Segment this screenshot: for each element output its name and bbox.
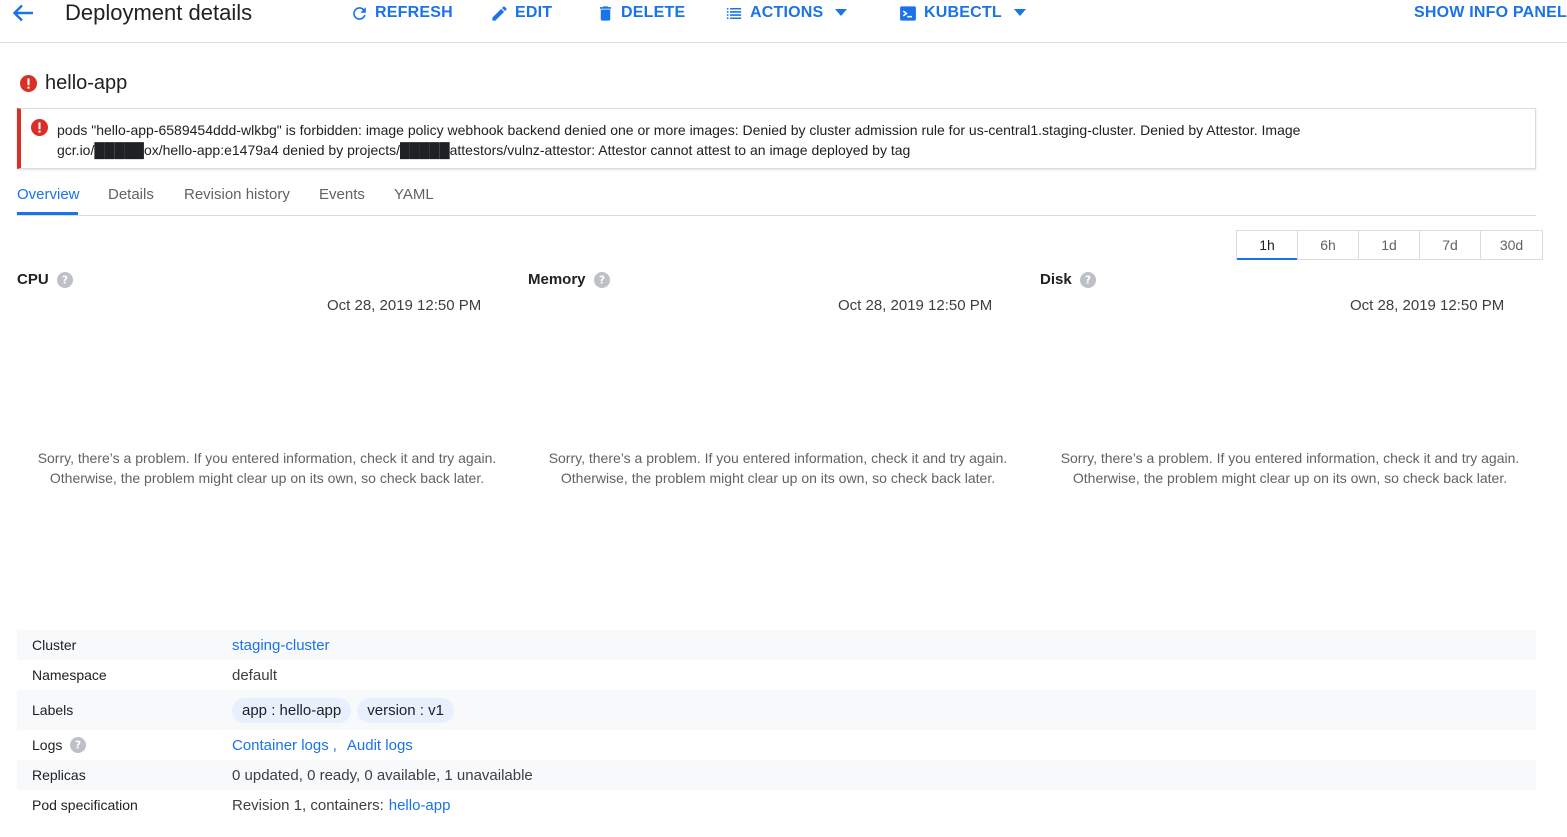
chart-error-line: Otherwise, the problem might clear up on… [560, 470, 996, 486]
container-link[interactable]: hello-app [389, 797, 451, 814]
terminal-icon [900, 5, 916, 21]
chart-error-line: Sorry, there’s a problem. If you entered… [37, 450, 497, 466]
tab-revision-history[interactable]: Revision history [184, 186, 290, 203]
svg-text:?: ? [1085, 274, 1091, 286]
tab-details[interactable]: Details [108, 186, 154, 203]
show-info-panel-button[interactable]: SHOW INFO PANEL [1414, 0, 1567, 26]
disk-chart-panel: Disk ? Oct 28, 2019 12:50 PM Sorry, ther… [1040, 268, 1540, 498]
help-icon[interactable]: ? [56, 271, 73, 288]
chart-timestamp: Oct 28, 2019 12:50 PM [838, 297, 993, 314]
error-message: pods "hello-app-6589454ddd-wlkbg" is for… [57, 120, 1497, 160]
logs-separator: , [332, 736, 337, 754]
memory-chart-panel: Memory ? Oct 28, 2019 12:50 PM Sorry, th… [528, 268, 1028, 498]
actions-label: ACTIONS [750, 4, 824, 21]
chart-timestamp: Oct 28, 2019 12:50 PM [327, 297, 482, 314]
chart-error-line: Sorry, there’s a problem. If you entered… [1060, 450, 1520, 466]
chart-timestamp: Oct 28, 2019 12:50 PM [1350, 297, 1505, 314]
label-chip: app : hello-app [232, 697, 352, 723]
chart-error-line: Otherwise, the problem might clear up on… [49, 470, 485, 486]
row-key: Logs ? [32, 737, 87, 753]
label-chip: version : v1 [357, 697, 454, 723]
row-key: Pod specification [32, 797, 138, 813]
delete-label: DELETE [621, 4, 686, 21]
error-banner: pods "hello-app-6589454ddd-wlkbg" is for… [17, 108, 1536, 169]
error-message-line: gcr.io/█████ox/hello-app:e1479a4 denied … [57, 142, 911, 158]
page-title: Deployment details [65, 0, 253, 25]
row-key: Replicas [32, 767, 86, 783]
chart-error-message: Sorry, there’s a problem. If you entered… [1040, 448, 1540, 488]
row-key: Namespace [32, 667, 107, 683]
back-arrow-icon[interactable] [10, 0, 36, 26]
time-range-7d[interactable]: 7d [1420, 231, 1481, 259]
kubectl-label: KUBECTL [924, 4, 1002, 21]
table-row: Labels app : hello-app version : v1 [17, 690, 1536, 730]
time-range-30d[interactable]: 30d [1481, 231, 1542, 259]
toolbar: Deployment details REFRESH EDIT DELETE A… [0, 0, 1567, 43]
row-key: Cluster [32, 637, 77, 653]
list-icon [726, 7, 742, 19]
time-range-1d[interactable]: 1d [1359, 231, 1420, 259]
cluster-link[interactable]: staging-cluster [232, 637, 330, 654]
refresh-button[interactable]: REFRESH [350, 0, 453, 26]
chart-title-text: CPU [17, 271, 49, 288]
caret-down-icon [835, 9, 848, 16]
help-icon[interactable]: ? [70, 737, 87, 753]
tab-events[interactable]: Events [319, 186, 365, 203]
show-info-panel-label: SHOW INFO PANEL [1414, 4, 1567, 21]
help-icon[interactable]: ? [1079, 271, 1096, 288]
podspec-prefix: Revision 1, containers: [232, 796, 384, 814]
deployment-name: hello-app [45, 71, 128, 94]
svg-text:?: ? [62, 274, 68, 286]
chart-title: Disk ? [1040, 271, 1096, 288]
edit-button[interactable]: EDIT [490, 0, 552, 26]
caret-down-icon [1013, 9, 1026, 16]
chart-error-line: Otherwise, the problem might clear up on… [1072, 470, 1508, 486]
table-row: Logs ? Container logs , Audit logs [17, 730, 1536, 760]
table-row: Namespace default [17, 660, 1536, 690]
pencil-icon [492, 5, 507, 21]
trash-icon [599, 5, 612, 21]
chart-title: CPU ? [17, 271, 73, 288]
tab-overview[interactable]: Overview [17, 186, 80, 203]
time-range-1h[interactable]: 1h [1237, 231, 1298, 260]
edit-label: EDIT [515, 4, 553, 21]
refresh-icon [353, 6, 366, 20]
namespace-value: default [232, 666, 278, 684]
chart-error-line: Sorry, there’s a problem. If you entered… [548, 450, 1008, 466]
svg-text:?: ? [599, 274, 605, 286]
chart-title-text: Memory [528, 271, 586, 288]
tab-bar: Overview Details Revision history Events… [17, 178, 1536, 216]
table-row: Pod specification Revision 1, containers… [17, 790, 1536, 820]
resource-title: hello-app [20, 71, 127, 95]
error-message-line: pods "hello-app-6589454ddd-wlkbg" is for… [57, 122, 1301, 138]
row-key: Labels [32, 702, 74, 718]
error-icon [31, 119, 48, 136]
error-icon [20, 74, 37, 92]
container-logs-link[interactable]: Container logs [232, 737, 329, 754]
cpu-chart-panel: CPU ? Oct 28, 2019 12:50 PM Sorry, there… [17, 268, 517, 498]
tab-yaml[interactable]: YAML [394, 186, 434, 203]
table-row: Replicas 0 updated, 0 ready, 0 available… [17, 760, 1536, 790]
active-tab-indicator [17, 212, 78, 215]
time-range-6h[interactable]: 6h [1298, 231, 1359, 259]
chart-title: Memory ? [528, 271, 610, 288]
help-icon[interactable]: ? [593, 271, 610, 288]
chart-title-text: Disk [1040, 271, 1072, 288]
svg-text:?: ? [75, 740, 81, 752]
actions-menu-button[interactable]: ACTIONS [724, 0, 848, 26]
refresh-label: REFRESH [375, 4, 453, 21]
kubectl-menu-button[interactable]: KUBECTL [898, 0, 1026, 26]
table-row: Cluster staging-cluster [17, 630, 1536, 660]
chart-error-message: Sorry, there’s a problem. If you entered… [528, 448, 1028, 488]
chart-error-message: Sorry, there’s a problem. If you entered… [17, 448, 517, 488]
row-key-text: Logs [32, 737, 63, 753]
details-table: Cluster staging-cluster Namespace defaul… [17, 630, 1536, 820]
replicas-value: 0 updated, 0 ready, 0 available, 1 unava… [232, 766, 533, 784]
delete-button[interactable]: DELETE [596, 0, 685, 26]
time-range-selector: 1h 6h 1d 7d 30d [1236, 230, 1543, 260]
audit-logs-link[interactable]: Audit logs [347, 737, 413, 754]
